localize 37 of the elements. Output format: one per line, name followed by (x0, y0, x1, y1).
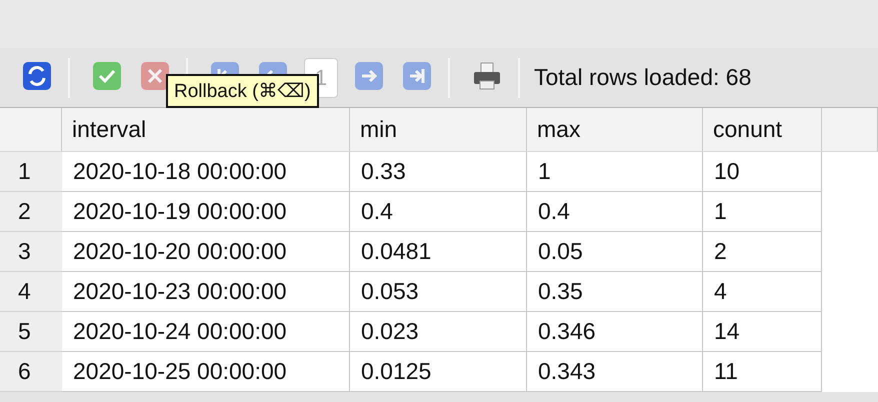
rows-loaded-status: Total rows loaded: 68 (534, 64, 752, 91)
table-cell: 0.4 (350, 192, 527, 232)
row-number: 3 (0, 232, 62, 272)
table-cell: 2020-10-25 00:00:00 (62, 352, 350, 392)
table-cell: 2020-10-23 00:00:00 (62, 272, 350, 312)
table-cell: 0.4 (527, 192, 703, 232)
table-cell: 0.35 (527, 272, 703, 312)
table-cell: 4 (703, 272, 822, 312)
row-number: 6 (0, 352, 62, 392)
table-cell: 0.33 (350, 152, 527, 192)
column-header[interactable]: interval (62, 108, 350, 152)
table-cell: 0.343 (527, 352, 703, 392)
table-cell: 10 (703, 152, 822, 192)
table-cell: 2020-10-19 00:00:00 (62, 192, 350, 232)
table-cell: 2020-10-20 00:00:00 (62, 232, 350, 272)
row-number: 1 (0, 152, 62, 192)
row-number: 2 (0, 192, 62, 232)
table-cell: 0.0125 (350, 352, 527, 392)
table-cell: 0.053 (350, 272, 527, 312)
row-number: 4 (0, 272, 62, 312)
table-cell: 2020-10-18 00:00:00 (62, 152, 350, 192)
table-cell: 14 (703, 312, 822, 352)
table-cell: 1 (703, 192, 822, 232)
column-header[interactable]: max (527, 108, 703, 152)
row-number: 5 (0, 312, 62, 352)
table-cell: 0.05 (527, 232, 703, 272)
column-header[interactable]: min (350, 108, 527, 152)
tooltip: Rollback (⌘⌫) (166, 74, 319, 108)
table-cell: 11 (703, 352, 822, 392)
corner-header (0, 108, 62, 152)
table-cell: 1 (527, 152, 703, 192)
column-header[interactable]: conunt (703, 108, 822, 152)
table-cell: 2020-10-24 00:00:00 (62, 312, 350, 352)
table-cell: 0.023 (350, 312, 527, 352)
table-cell: 0.0481 (350, 232, 527, 272)
table-cell: 2 (703, 232, 822, 272)
table-cell: 0.346 (527, 312, 703, 352)
